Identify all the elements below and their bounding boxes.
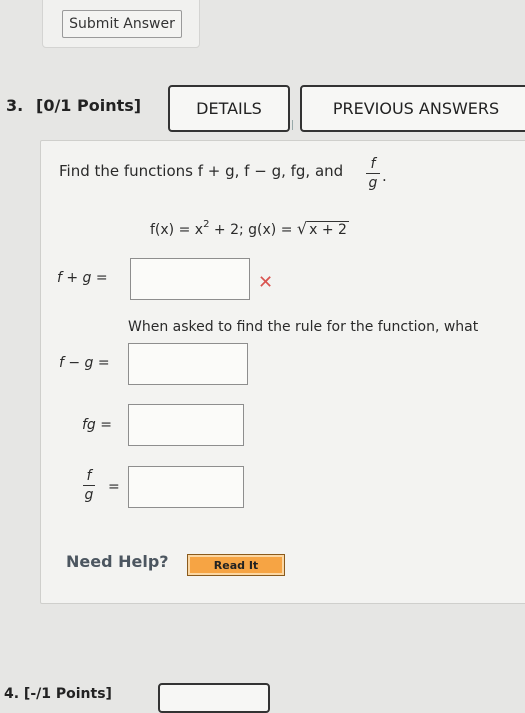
instruction-quotient: f g bbox=[366, 156, 380, 191]
quotient-label-bar bbox=[83, 485, 95, 486]
difference-label: f − g = bbox=[59, 355, 110, 371]
next-details-button[interactable] bbox=[158, 683, 270, 713]
instruction-text: Find the functions f + g, f − g, fg, and bbox=[59, 162, 344, 180]
product-answer-input[interactable] bbox=[128, 404, 244, 446]
sum-answer-input[interactable] bbox=[130, 258, 250, 300]
quotient-equals: = bbox=[108, 479, 120, 495]
question-panel bbox=[40, 140, 525, 604]
quotient-answer-input[interactable] bbox=[128, 466, 244, 508]
details-button[interactable]: DETAILS bbox=[168, 85, 290, 132]
product-label: fg = bbox=[82, 417, 112, 433]
need-help-label: Need Help? bbox=[66, 552, 169, 571]
given-functions: f(x) = x2 + 2; g(x) = √ x + 2 bbox=[150, 219, 349, 238]
instruction-period: . bbox=[382, 167, 387, 185]
feedback-text: When asked to find the rule for the func… bbox=[128, 319, 479, 335]
question-instruction: Find the functions f + g, f − g, fg, and bbox=[59, 162, 343, 180]
quotient-numerator: f bbox=[370, 156, 376, 172]
read-it-button[interactable]: Read It bbox=[187, 554, 285, 576]
submit-answer-button[interactable]: Submit Answer bbox=[62, 10, 182, 38]
sqrt-radicand: x + 2 bbox=[307, 221, 349, 238]
question-points: [0/1 Points] bbox=[36, 96, 142, 115]
difference-answer-input[interactable] bbox=[128, 343, 248, 385]
given-f-rest: + 2; g(x) = bbox=[209, 222, 297, 238]
incorrect-icon: ✕ bbox=[258, 272, 274, 293]
previous-answers-button[interactable]: PREVIOUS ANSWERS bbox=[300, 85, 525, 132]
quotient-label-numerator: f bbox=[86, 468, 92, 484]
sum-label: f + g = bbox=[57, 270, 108, 286]
separator-mark bbox=[292, 120, 298, 130]
quotient-label-fraction: f g bbox=[83, 468, 95, 503]
sqrt-icon: √ bbox=[296, 219, 308, 238]
given-f: f(x) = x bbox=[150, 222, 204, 238]
quotient-denominator: g bbox=[368, 175, 378, 191]
fraction-bar bbox=[366, 173, 380, 174]
question-number: 3. bbox=[6, 96, 24, 115]
sqrt-expression: √ x + 2 bbox=[297, 219, 349, 238]
quotient-label-denominator: g bbox=[84, 487, 94, 503]
